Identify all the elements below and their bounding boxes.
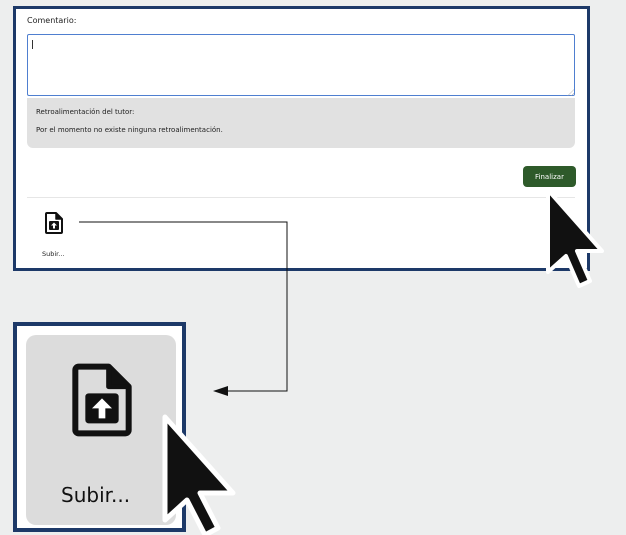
zoom-upload-button[interactable]: Subir... xyxy=(26,335,176,525)
file-upload-icon xyxy=(45,212,63,234)
zoom-callout: Subir... xyxy=(13,322,186,532)
comment-textarea[interactable] xyxy=(27,34,575,96)
file-upload-icon xyxy=(72,363,132,437)
comment-label: Comentario: xyxy=(27,16,77,25)
finalize-button[interactable]: Finalizar xyxy=(523,166,576,187)
feedback-title: Retroalimentación del tutor: xyxy=(36,108,135,116)
text-caret xyxy=(32,40,33,49)
tutor-feedback-box: Retroalimentación del tutor: Por el mome… xyxy=(27,98,575,148)
resize-grip-icon[interactable] xyxy=(567,89,574,96)
upload-area: Subir... xyxy=(27,197,575,268)
assignment-panel: Comentario: Retroalimentación del tutor:… xyxy=(13,6,590,271)
upload-button[interactable]: Subir... xyxy=(35,204,75,260)
zoom-upload-label: Subir... xyxy=(61,483,131,507)
upload-label: Subir... xyxy=(42,250,65,258)
feedback-text: Por el momento no existe ninguna retroal… xyxy=(36,126,223,134)
